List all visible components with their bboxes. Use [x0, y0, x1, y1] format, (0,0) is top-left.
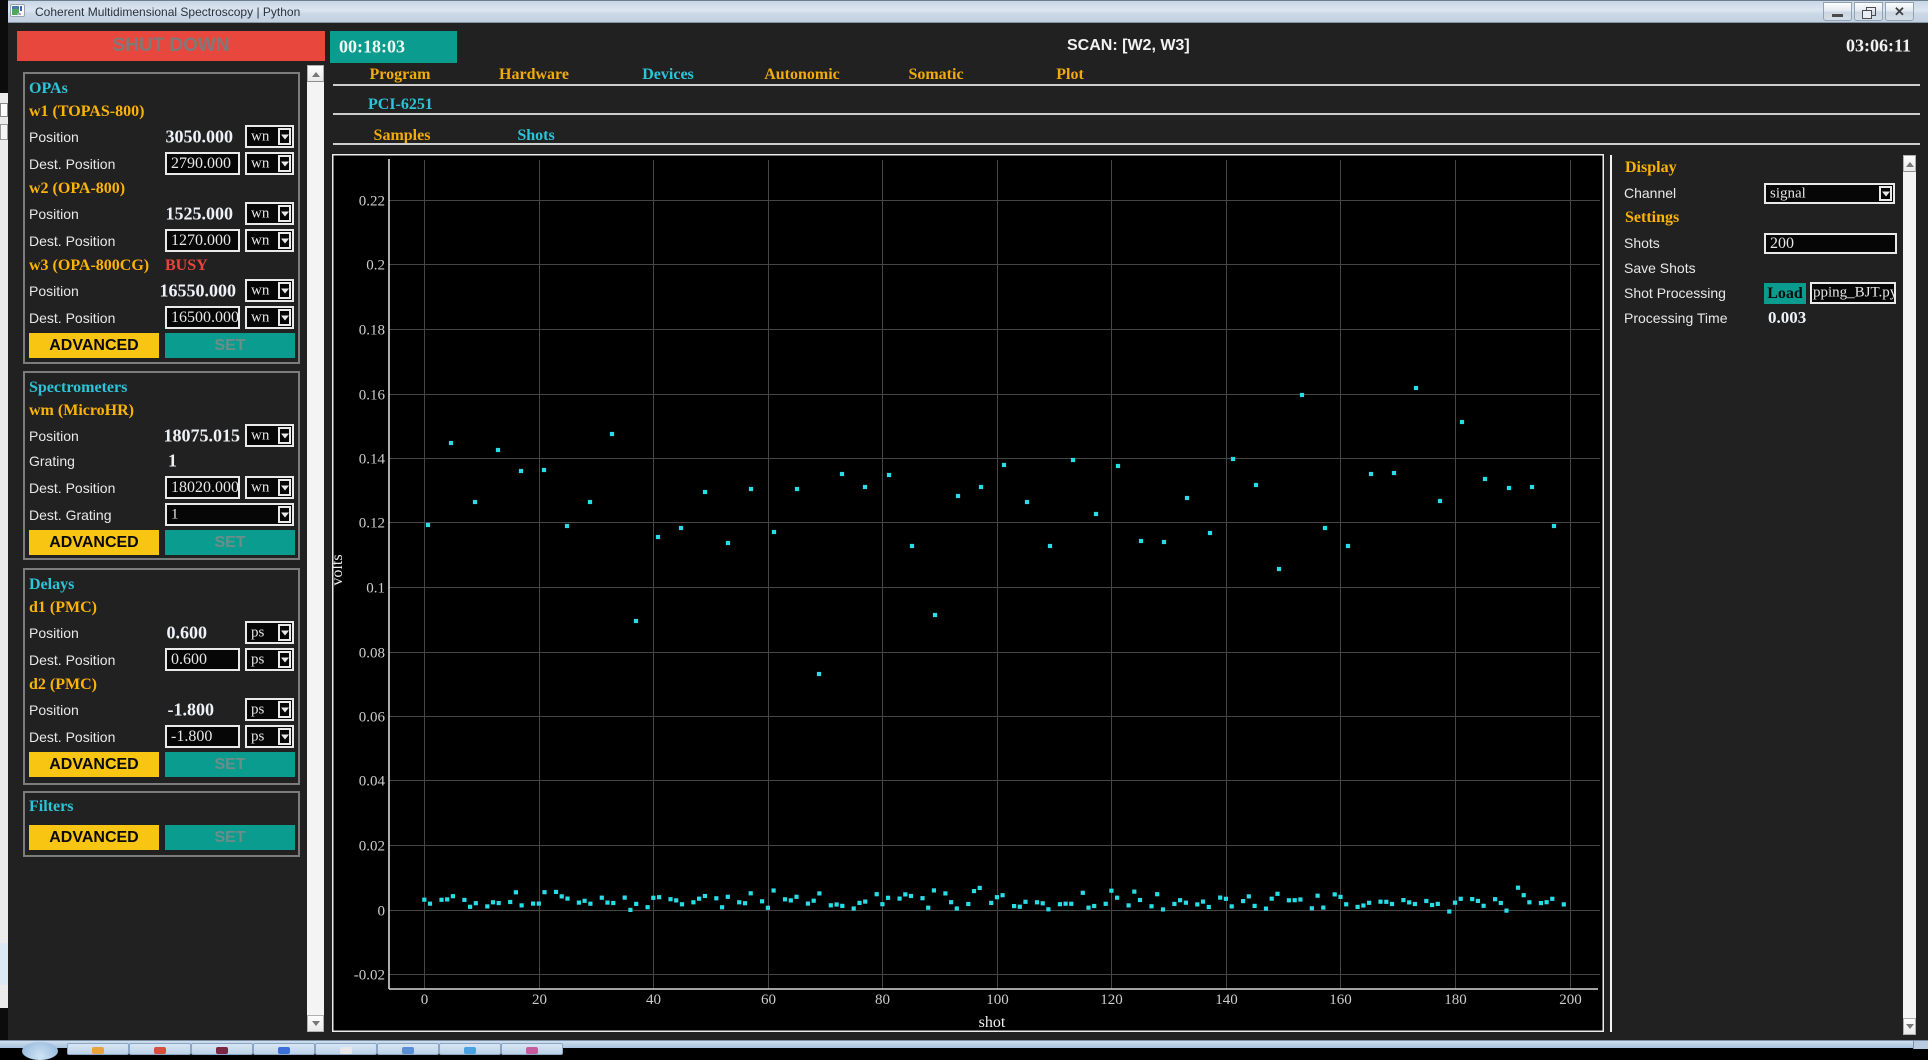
svg-text:0.08: 0.08	[359, 646, 385, 662]
svg-text:0.12: 0.12	[359, 516, 385, 532]
svg-text:0.22: 0.22	[359, 194, 385, 210]
svg-text:0.14: 0.14	[359, 452, 386, 468]
svg-text:shot: shot	[979, 1014, 1006, 1031]
svg-text:-0.02: -0.02	[354, 968, 385, 984]
svg-text:volts: volts	[332, 554, 346, 585]
svg-text:100: 100	[986, 992, 1009, 1008]
svg-text:0.1: 0.1	[366, 581, 385, 597]
svg-text:60: 60	[761, 992, 776, 1008]
svg-text:0.16: 0.16	[359, 388, 386, 404]
svg-text:0: 0	[378, 904, 386, 920]
svg-text:140: 140	[1215, 992, 1238, 1008]
svg-text:0: 0	[421, 992, 429, 1008]
svg-text:0.04: 0.04	[359, 774, 386, 790]
svg-text:20: 20	[532, 992, 547, 1008]
svg-text:120: 120	[1100, 992, 1123, 1008]
svg-text:0.06: 0.06	[359, 710, 386, 726]
svg-text:0.02: 0.02	[359, 839, 385, 855]
svg-text:40: 40	[646, 992, 661, 1008]
svg-text:160: 160	[1329, 992, 1352, 1008]
svg-text:0.18: 0.18	[359, 323, 385, 339]
svg-text:200: 200	[1559, 992, 1582, 1008]
svg-text:0.2: 0.2	[366, 258, 385, 274]
svg-text:80: 80	[875, 992, 890, 1008]
svg-text:180: 180	[1444, 992, 1467, 1008]
